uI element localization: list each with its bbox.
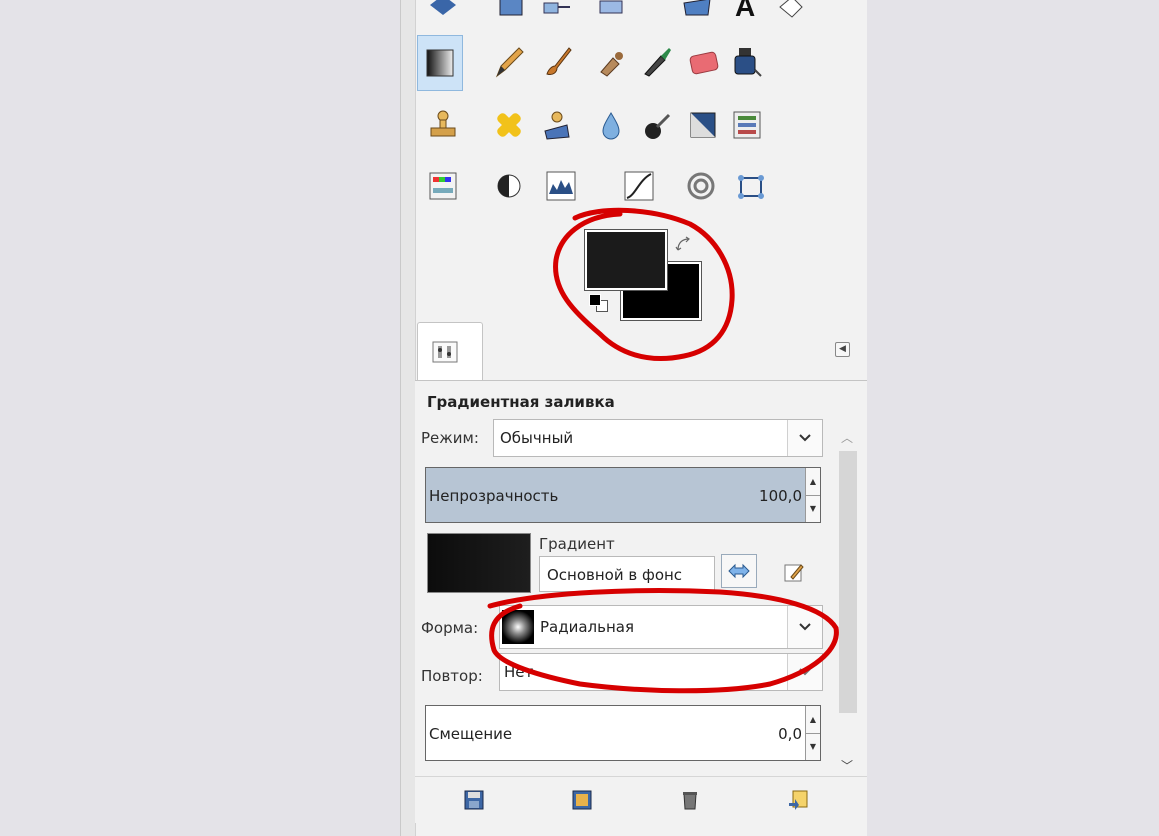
right-background <box>866 0 1159 836</box>
blend-tool-icon[interactable] <box>417 35 463 91</box>
dock-menu-button[interactable]: ◀ <box>835 342 850 357</box>
shape-select[interactable]: Радиальная <box>499 605 823 649</box>
color-balance-icon[interactable] <box>727 105 767 145</box>
tab-tool-options[interactable] <box>417 322 483 380</box>
mode-select[interactable]: Обычный <box>493 419 823 457</box>
offset-label: Смещение <box>429 725 513 743</box>
tool-options-title: Градиентная заливка <box>427 393 615 411</box>
hue-saturation-icon[interactable] <box>423 166 463 206</box>
smudge-icon[interactable] <box>637 105 677 145</box>
eraser-icon[interactable] <box>683 42 723 82</box>
opacity-slider[interactable]: Непрозрачность 100,0 ▲ ▼ <box>425 467 821 523</box>
edit-gradient-button[interactable] <box>781 559 807 585</box>
cage-tool-icon[interactable] <box>677 0 717 22</box>
left-background <box>0 0 400 836</box>
svg-text:A: A <box>735 0 755 19</box>
chevron-down-icon[interactable]: ﹀ <box>841 757 853 774</box>
delete-options-icon[interactable] <box>679 789 701 811</box>
options-scrollbar[interactable]: ︿ ﹀ <box>839 421 857 779</box>
pencil-icon[interactable] <box>489 42 529 82</box>
shape-value: Радиальная <box>540 618 634 636</box>
clone-stamp-icon[interactable] <box>423 105 463 145</box>
flip-tool-icon[interactable] <box>491 0 531 22</box>
bucket-fill-icon[interactable] <box>771 0 811 22</box>
reverse-gradient-button[interactable] <box>721 554 757 588</box>
airbrush-icon[interactable] <box>591 42 631 82</box>
chevron-down-icon[interactable] <box>787 420 822 456</box>
chevron-down-icon[interactable] <box>787 606 822 648</box>
scrollbar-thumb[interactable] <box>839 451 857 713</box>
chevron-down-icon[interactable] <box>787 654 822 690</box>
offset-slider[interactable]: Смещение 0,0 ▲ ▼ <box>425 705 821 761</box>
dodge-burn-icon[interactable] <box>683 105 723 145</box>
levels-icon[interactable] <box>541 166 581 206</box>
chevron-up-icon[interactable]: ︿ <box>841 429 853 446</box>
align-tool-icon[interactable] <box>537 0 577 22</box>
ink-bottle-icon[interactable] <box>727 42 767 82</box>
offset-value: 0,0 <box>778 725 802 743</box>
swap-colors-icon[interactable] <box>675 236 693 254</box>
swap-arrows-icon <box>728 563 750 579</box>
gradient-value: Основной в фонс <box>547 566 683 584</box>
text-tool-icon[interactable]: A <box>725 0 765 22</box>
repeat-select[interactable]: Нет <box>499 653 823 691</box>
edit-icon <box>784 564 804 582</box>
save-options-icon[interactable] <box>463 789 485 811</box>
crop-tool-icon[interactable] <box>591 0 631 22</box>
foreground-color-swatch[interactable] <box>584 229 668 291</box>
opacity-spin-buttons[interactable]: ▲ ▼ <box>805 468 820 522</box>
repeat-label: Повтор: <box>421 667 483 685</box>
default-colors-fg-icon[interactable] <box>589 294 601 306</box>
mode-label: Режим: <box>421 429 479 447</box>
reset-options-icon[interactable] <box>787 789 809 811</box>
paintbrush-icon[interactable] <box>537 42 577 82</box>
panel-handle[interactable] <box>401 0 416 836</box>
offset-spin-buttons[interactable]: ▲ ▼ <box>805 706 820 760</box>
curves-icon[interactable] <box>619 166 659 206</box>
shape-label: Форма: <box>421 619 479 637</box>
blur-icon[interactable] <box>591 105 631 145</box>
brightness-contrast-icon[interactable] <box>489 166 529 206</box>
path-icon[interactable] <box>731 166 771 206</box>
perspective-clone-icon[interactable] <box>537 105 577 145</box>
restore-options-icon[interactable] <box>571 789 593 811</box>
tool-options-panel: Градиентная заливка Режим: Обычный Непро… <box>415 381 867 779</box>
heal-icon[interactable] <box>489 105 529 145</box>
gimp-toolbox-panel: A ◀ Градиентная заливка Режим: Обычный Н… <box>400 0 867 836</box>
threshold-icon[interactable] <box>681 166 721 206</box>
options-action-bar <box>415 776 867 823</box>
radial-gradient-icon <box>502 610 534 644</box>
opacity-value: 100,0 <box>759 487 802 505</box>
mode-value: Обычный <box>500 429 574 447</box>
opacity-label: Непрозрачность <box>429 487 559 505</box>
repeat-value: Нет <box>504 663 534 681</box>
gradient-select[interactable]: Основной в фонс <box>539 556 715 592</box>
scale-tool-icon[interactable] <box>423 0 463 22</box>
tool-options-icon <box>432 341 458 363</box>
gradient-preview[interactable] <box>427 533 531 593</box>
gradient-label: Градиент <box>539 535 615 553</box>
ink-icon[interactable] <box>637 42 677 82</box>
